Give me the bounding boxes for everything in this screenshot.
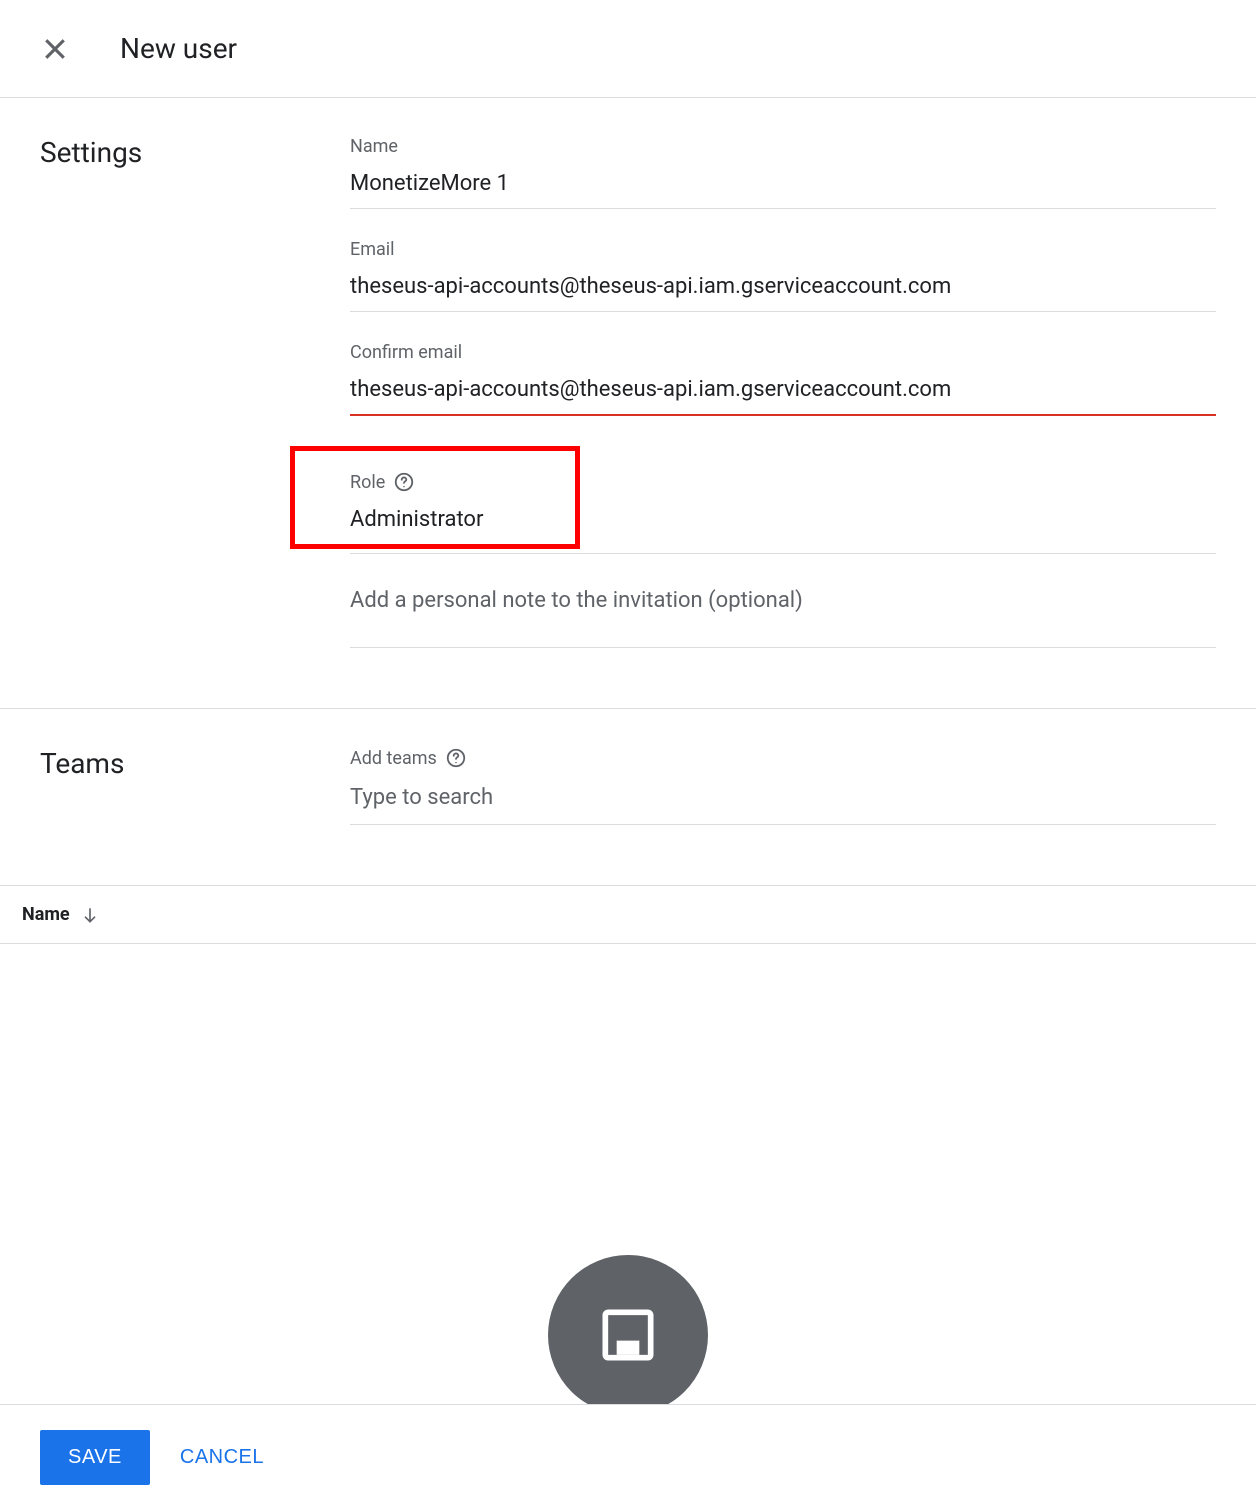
teams-search-input[interactable] [350,781,1216,814]
confirm-email-input[interactable] [350,373,1216,406]
teams-section-label-area: Teams [40,747,350,825]
note-input[interactable] [350,584,1216,617]
table-column-name: Name [22,904,70,925]
settings-section: Settings Name Email Confirm email Role [0,98,1256,688]
name-field-group: Name [350,136,1216,209]
confirm-email-label: Confirm email [350,342,1216,363]
teams-search-wrap [350,781,1216,825]
note-field-group [350,584,1216,648]
close-icon[interactable] [40,34,70,64]
settings-section-title: Settings [40,136,350,169]
name-label: Name [350,136,1216,157]
dialog-title: New user [120,32,237,65]
email-field-group: Email [350,239,1216,312]
dialog-header: New user [0,0,1256,98]
empty-state-icon [548,1255,708,1415]
add-teams-label-row: Add teams [350,747,1216,769]
role-select[interactable]: Administrator [350,503,575,536]
name-input[interactable] [350,167,1216,200]
teams-section-title: Teams [40,747,350,780]
role-label-row: Role [350,471,575,493]
table-header-row[interactable]: Name [0,885,1256,944]
role-label: Role [350,472,385,493]
help-icon[interactable] [445,747,467,769]
role-highlight-box: Role Administrator [290,446,580,549]
confirm-email-field-group: Confirm email [350,342,1216,416]
save-button[interactable]: SAVE [40,1430,150,1485]
add-teams-label: Add teams [350,748,437,769]
settings-section-label-area: Settings [40,136,350,688]
teams-fields: Add teams [350,747,1216,825]
dialog-footer: SAVE CANCEL [0,1404,1256,1510]
help-icon[interactable] [393,471,415,493]
email-label: Email [350,239,1216,260]
arrow-down-icon [80,905,100,925]
cancel-button[interactable]: CANCEL [180,1446,264,1469]
settings-fields: Name Email Confirm email Role [350,136,1216,688]
role-field-group: Role Administrator [350,446,1216,554]
teams-section: Teams Add teams [0,709,1256,885]
email-input[interactable] [350,270,1216,303]
